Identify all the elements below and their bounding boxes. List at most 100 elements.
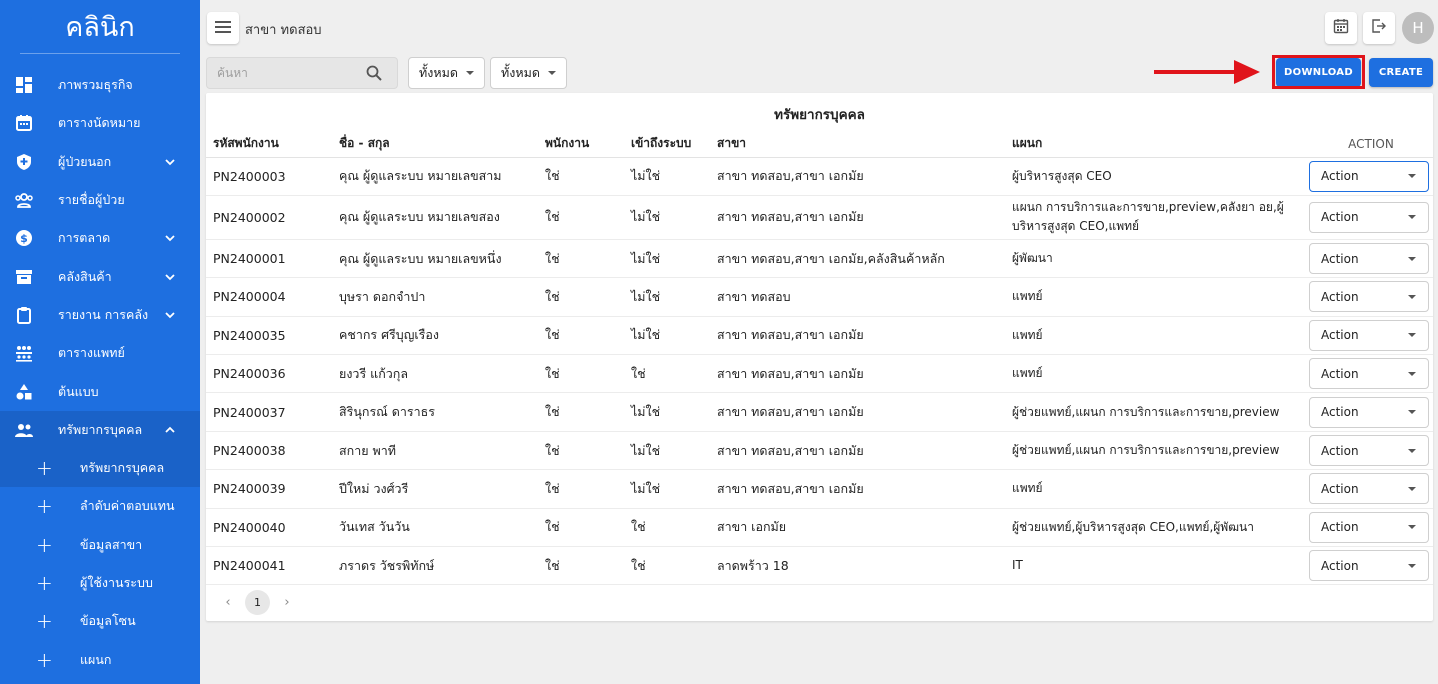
cell-action: Action <box>1307 546 1433 586</box>
action-dropdown[interactable]: Action <box>1309 550 1429 582</box>
caret-down-icon <box>1408 294 1416 299</box>
cell-branch: สาขา ทดสอบ <box>717 277 1012 317</box>
cell-action: Action <box>1307 508 1433 548</box>
menu-toggle-button[interactable] <box>207 12 239 44</box>
action-dropdown[interactable]: Action <box>1309 243 1429 275</box>
sidebar-item-label: ต้นแบบ <box>58 383 99 399</box>
action-dropdown-label: Action <box>1321 328 1359 343</box>
download-highlight-box <box>1272 55 1365 89</box>
filter-dropdown-1[interactable]: ทั้งหมด <box>408 57 485 89</box>
header-full-name[interactable]: ชื่อ - สกุล <box>339 131 545 158</box>
sidebar-item-outpatient[interactable]: ผู้ป่วยนอก <box>0 143 200 181</box>
header-department[interactable]: แผนก <box>1012 131 1307 158</box>
action-dropdown-label: Action <box>1321 169 1359 184</box>
subnav-item-label: แผนก <box>80 651 112 667</box>
create-button[interactable]: CREATE <box>1369 58 1433 87</box>
action-dropdown-label: Action <box>1321 558 1359 573</box>
cell-action: Action <box>1307 157 1433 196</box>
caret-down-icon <box>1408 410 1416 415</box>
cell-branch: สาขา ทดสอบ,สาขา เอกมัย <box>717 316 1012 356</box>
hr-table: รหัสพนักงาน ชื่อ - สกุล พนักงาน เข้าถึงร… <box>206 131 1433 586</box>
cell-employee-id: PN2400001 <box>206 239 339 279</box>
subnav-item-system-users[interactable]: + ผู้ใช้งานระบบ <box>0 564 200 602</box>
plus-icon: + <box>36 532 53 557</box>
action-dropdown[interactable]: Action <box>1309 358 1429 390</box>
chevron-down-icon <box>164 309 176 324</box>
action-dropdown[interactable]: Action <box>1309 396 1429 428</box>
cell-employee: ใช่ <box>545 354 631 394</box>
sidebar-item-templates[interactable]: ต้นแบบ <box>0 372 200 410</box>
cell-branch: สาขา ทดสอบ,สาขา เอกมัย <box>717 195 1012 240</box>
sidebar-item-label: ผู้ป่วยนอก <box>58 153 112 169</box>
logout-button[interactable] <box>1363 12 1395 44</box>
action-dropdown[interactable]: Action <box>1309 435 1429 467</box>
cell-employee: ใช่ <box>545 157 631 196</box>
action-dropdown[interactable]: Action <box>1309 473 1429 505</box>
header-employee-id[interactable]: รหัสพนักงาน <box>206 131 339 158</box>
chevron-up-icon <box>164 424 176 439</box>
header-employee[interactable]: พนักงาน <box>545 131 631 158</box>
action-dropdown-label: Action <box>1321 443 1359 458</box>
pagination: ‹ 1 › <box>221 590 294 615</box>
action-dropdown-label: Action <box>1321 405 1359 420</box>
caret-down-icon <box>1408 448 1416 453</box>
action-dropdown[interactable]: Action <box>1309 319 1429 351</box>
cell-employee-id: PN2400002 <box>206 195 339 240</box>
sidebar-item-dashboard[interactable]: ภาพรวมธุรกิจ <box>0 66 200 104</box>
sidebar-item-marketing[interactable]: $ การตลาด <box>0 219 200 257</box>
subnav-item-compensation[interactable]: + ลำดับค่าตอบแทน <box>0 487 200 525</box>
cell-department: ผู้ช่วยแพทย์,ผู้บริหารสูงสุด CEO,แพทย์,ผ… <box>1012 508 1307 548</box>
subnav-item-department[interactable]: + แผนก <box>0 640 200 678</box>
cell-action: Action <box>1307 469 1433 509</box>
cell-system-access: ใช่ <box>631 508 717 548</box>
action-dropdown[interactable]: Action <box>1309 511 1429 543</box>
sidebar-item-patients[interactable]: รายชื่อผู้ป่วย <box>0 181 200 219</box>
dollar-icon: $ <box>14 228 34 248</box>
cell-employee: ใช่ <box>545 195 631 240</box>
sidebar-item-hr[interactable]: ทรัพยากรบุคคล <box>0 410 200 449</box>
sidebar-item-doctor-schedule[interactable]: ตารางแพทย์ <box>0 334 200 372</box>
page-number-1[interactable]: 1 <box>245 590 270 615</box>
cell-employee-id: PN2400004 <box>206 277 339 317</box>
calendar-button[interactable] <box>1325 12 1357 44</box>
cell-full-name: วันเทส วันวัน <box>339 508 545 548</box>
subnav-item-zone-data[interactable]: + ข้อมูลโซน <box>0 602 200 640</box>
action-dropdown-label: Action <box>1321 366 1359 381</box>
sidebar-item-appointments[interactable]: ตารางนัดหมาย <box>0 104 200 142</box>
table-row: PN2400003 คุณ ผู้ดูแลระบบ หมายเลขสาม ใช่ ไม… <box>206 157 1433 196</box>
chevron-right-icon[interactable]: › <box>280 595 294 610</box>
header-system-access[interactable]: เข้าถึงระบบ <box>631 131 717 158</box>
cell-full-name: คชากร ศรีบุญเรือง <box>339 316 545 356</box>
cell-employee-id: PN2400038 <box>206 431 339 471</box>
filter-dropdown-label: ทั้งหมด <box>419 65 458 80</box>
filter-dropdown-2[interactable]: ทั้งหมด <box>490 57 567 89</box>
caret-down-icon <box>1408 563 1416 568</box>
header-branch[interactable]: สาขา <box>717 131 1012 158</box>
caret-down-icon <box>465 71 474 75</box>
subnav-item-hr[interactable]: + ทรัพยากรบุคคล <box>0 448 200 488</box>
caret-down-icon <box>1408 256 1416 261</box>
action-dropdown[interactable]: Action <box>1309 281 1429 313</box>
sidebar-item-inventory[interactable]: คลังสินค้า <box>0 257 200 295</box>
top-bar: สาขา ทดสอบ H <box>200 0 1438 54</box>
sidebar-item-label: ตารางแพทย์ <box>58 345 125 361</box>
cell-system-access: ไม่ใช่ <box>631 277 717 317</box>
action-dropdown-label: Action <box>1321 289 1359 304</box>
action-dropdown[interactable]: Action <box>1309 201 1429 233</box>
cell-branch: สาขา ทดสอบ,สาขา เอกมัย,คลังสินค้าหลัก <box>717 239 1012 279</box>
action-dropdown-label: Action <box>1321 251 1359 266</box>
action-dropdown-label: Action <box>1321 520 1359 535</box>
chevron-left-icon[interactable]: ‹ <box>221 595 235 610</box>
subnav-item-branch-data[interactable]: + ข้อมูลสาขา <box>0 526 200 564</box>
cell-system-access: ไม่ใช่ <box>631 469 717 509</box>
plus-icon: + <box>36 456 53 481</box>
action-dropdown[interactable]: Action <box>1309 160 1429 192</box>
search-icon[interactable] <box>365 64 383 86</box>
search-input[interactable] <box>207 58 357 88</box>
table-header-row: รหัสพนักงาน ชื่อ - สกุล พนักงาน เข้าถึงร… <box>206 131 1433 158</box>
action-dropdown-label: Action <box>1321 210 1359 225</box>
shield-icon <box>14 152 34 172</box>
user-avatar[interactable]: H <box>1402 12 1434 44</box>
sidebar-item-finance-report[interactable]: รายงาน การคลัง <box>0 296 200 334</box>
plus-icon: + <box>36 647 53 672</box>
